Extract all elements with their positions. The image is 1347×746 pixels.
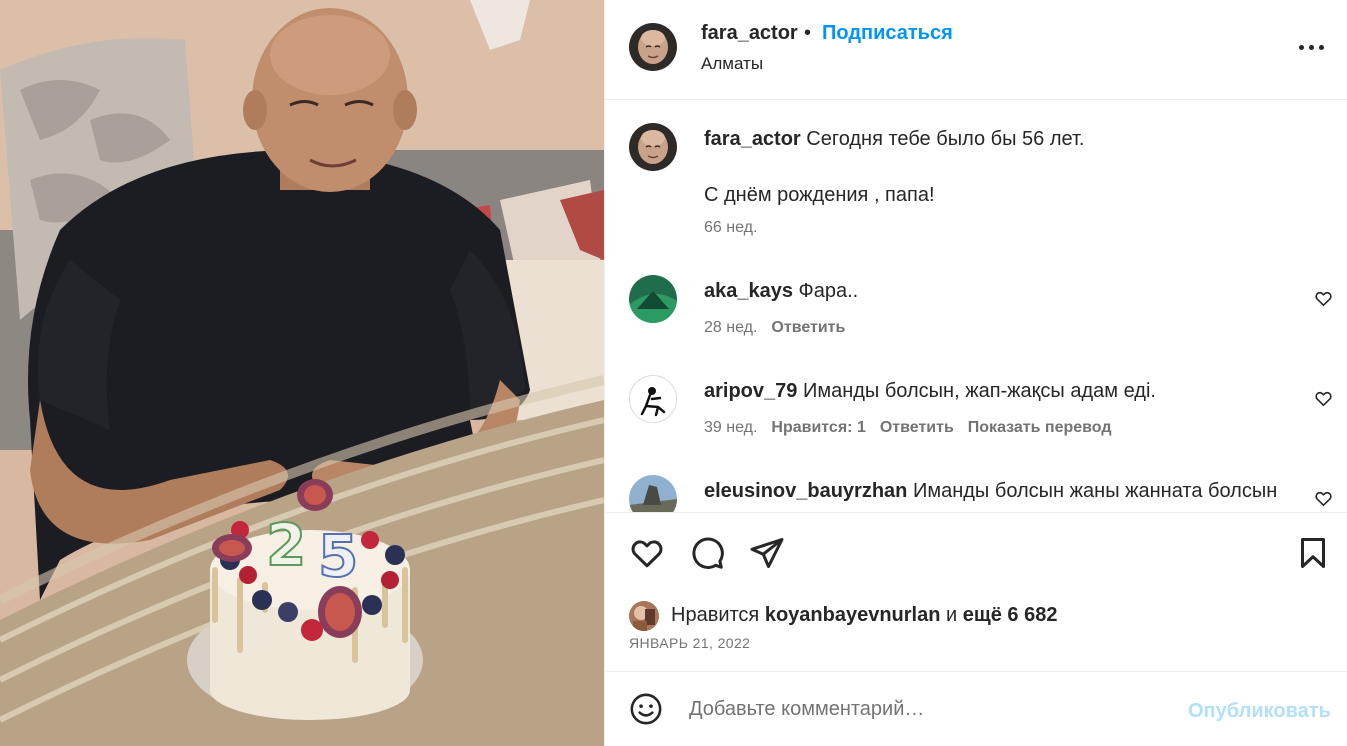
separator-dot: • [804, 22, 812, 44]
liker-avatar[interactable] [629, 601, 659, 631]
reply-button[interactable]: Ответить [771, 319, 845, 336]
author-username-link[interactable]: fara_actor [701, 22, 798, 45]
show-translation-button[interactable]: Показать перевод [968, 419, 1112, 436]
bookmark-icon[interactable] [1295, 535, 1331, 571]
comment-like-heart-icon[interactable] [1314, 289, 1333, 308]
commenter-avatar[interactable] [629, 475, 677, 512]
comment-likes-count[interactable]: Нравится: 1 [771, 419, 865, 436]
caption: fara_actor Сегодня тебе было бы 56 лет. … [605, 123, 1347, 243]
caption-line-2: С днём рождения , папа! [704, 184, 935, 206]
svg-text:2: 2 [266, 511, 306, 579]
comment-text: eleusinov_bauyrzhan Иманды болсын жаны ж… [704, 477, 1277, 505]
publish-button[interactable]: Опубликовать [1188, 700, 1331, 723]
caption-time: 66 нед. [704, 219, 758, 236]
location-link[interactable]: Алматы [701, 54, 763, 74]
emoji-smile-icon[interactable] [629, 692, 663, 726]
likes-others-link[interactable]: ещё 6 682 [963, 604, 1058, 626]
likes-joiner: и [946, 604, 958, 626]
comment-body: Иманды болсын, жап-жақсы адам еді. [802, 380, 1156, 402]
comment-item: aka_kays Фара.. 28 нед. Ответить [605, 275, 1347, 355]
comment-bubble-icon[interactable] [689, 535, 725, 571]
caption-avatar[interactable] [629, 123, 677, 171]
comments-list[interactable]: fara_actor Сегодня тебе было бы 56 лет. … [605, 101, 1347, 512]
caption-line-1: Сегодня тебе было бы 56 лет. [806, 128, 1085, 150]
comment-time[interactable]: 39 нед. [704, 419, 757, 436]
likes-text: Нравится koyanbayevnurlan и ещё 6 682 [671, 604, 1057, 627]
comment-like-heart-icon[interactable] [1314, 489, 1333, 508]
svg-text:5: 5 [318, 522, 358, 590]
follow-button[interactable]: Подписаться [822, 22, 953, 45]
post-actions: Нравится koyanbayevnurlan и ещё 6 682 ЯН… [605, 512, 1347, 672]
likes-prefix: Нравится [671, 604, 760, 626]
commenter-avatar[interactable] [629, 275, 677, 323]
caption-username[interactable]: fara_actor [704, 128, 801, 150]
comment-username[interactable]: aka_kays [704, 280, 793, 302]
comment-username[interactable]: eleusinov_bauyrzhan [704, 480, 907, 502]
reply-button[interactable]: Ответить [880, 419, 954, 436]
comment-text: aripov_79 Иманды болсын, жап-жақсы адам … [704, 377, 1156, 405]
post-photo[interactable]: 2 5 [0, 0, 604, 746]
post-detail-panel: fara_actor • Подписаться Алматы fara_act… [604, 0, 1347, 746]
comment-item: aripov_79 Иманды болсын, жап-жақсы адам … [605, 375, 1347, 455]
comment-body: Фара.. [798, 280, 859, 302]
add-comment-input[interactable] [689, 692, 1169, 726]
commenter-avatar[interactable] [629, 375, 677, 423]
comment-body: Иманды болсын жаны жанната болсын [912, 480, 1278, 502]
post-header: fara_actor • Подписаться Алматы [605, 0, 1347, 100]
paper-plane-icon[interactable] [749, 535, 785, 571]
liker-username-link[interactable]: koyanbayevnurlan [765, 604, 941, 626]
comment-meta: 28 нед. Ответить [704, 319, 845, 337]
caption-text: fara_actor Сегодня тебе было бы 56 лет. [704, 125, 1084, 153]
heart-outline-icon[interactable] [629, 535, 665, 571]
comment-time[interactable]: 28 нед. [704, 319, 757, 336]
comment-text: aka_kays Фара.. [704, 277, 858, 305]
comment-username[interactable]: aripov_79 [704, 380, 797, 402]
comment-meta: 39 нед. Нравится: 1 Ответить Показать перев… [704, 419, 1112, 437]
post-date[interactable]: ЯНВАРЬ 21, 2022 [629, 635, 750, 651]
add-comment-bar: Опубликовать [605, 672, 1347, 746]
more-options-icon[interactable] [1296, 32, 1328, 62]
author-avatar[interactable] [629, 23, 677, 71]
birthday-photo-illustration: 2 5 [0, 0, 604, 746]
comment-item: eleusinov_bauyrzhan Иманды болсын жаны ж… [605, 475, 1347, 512]
comment-like-heart-icon[interactable] [1314, 389, 1333, 408]
